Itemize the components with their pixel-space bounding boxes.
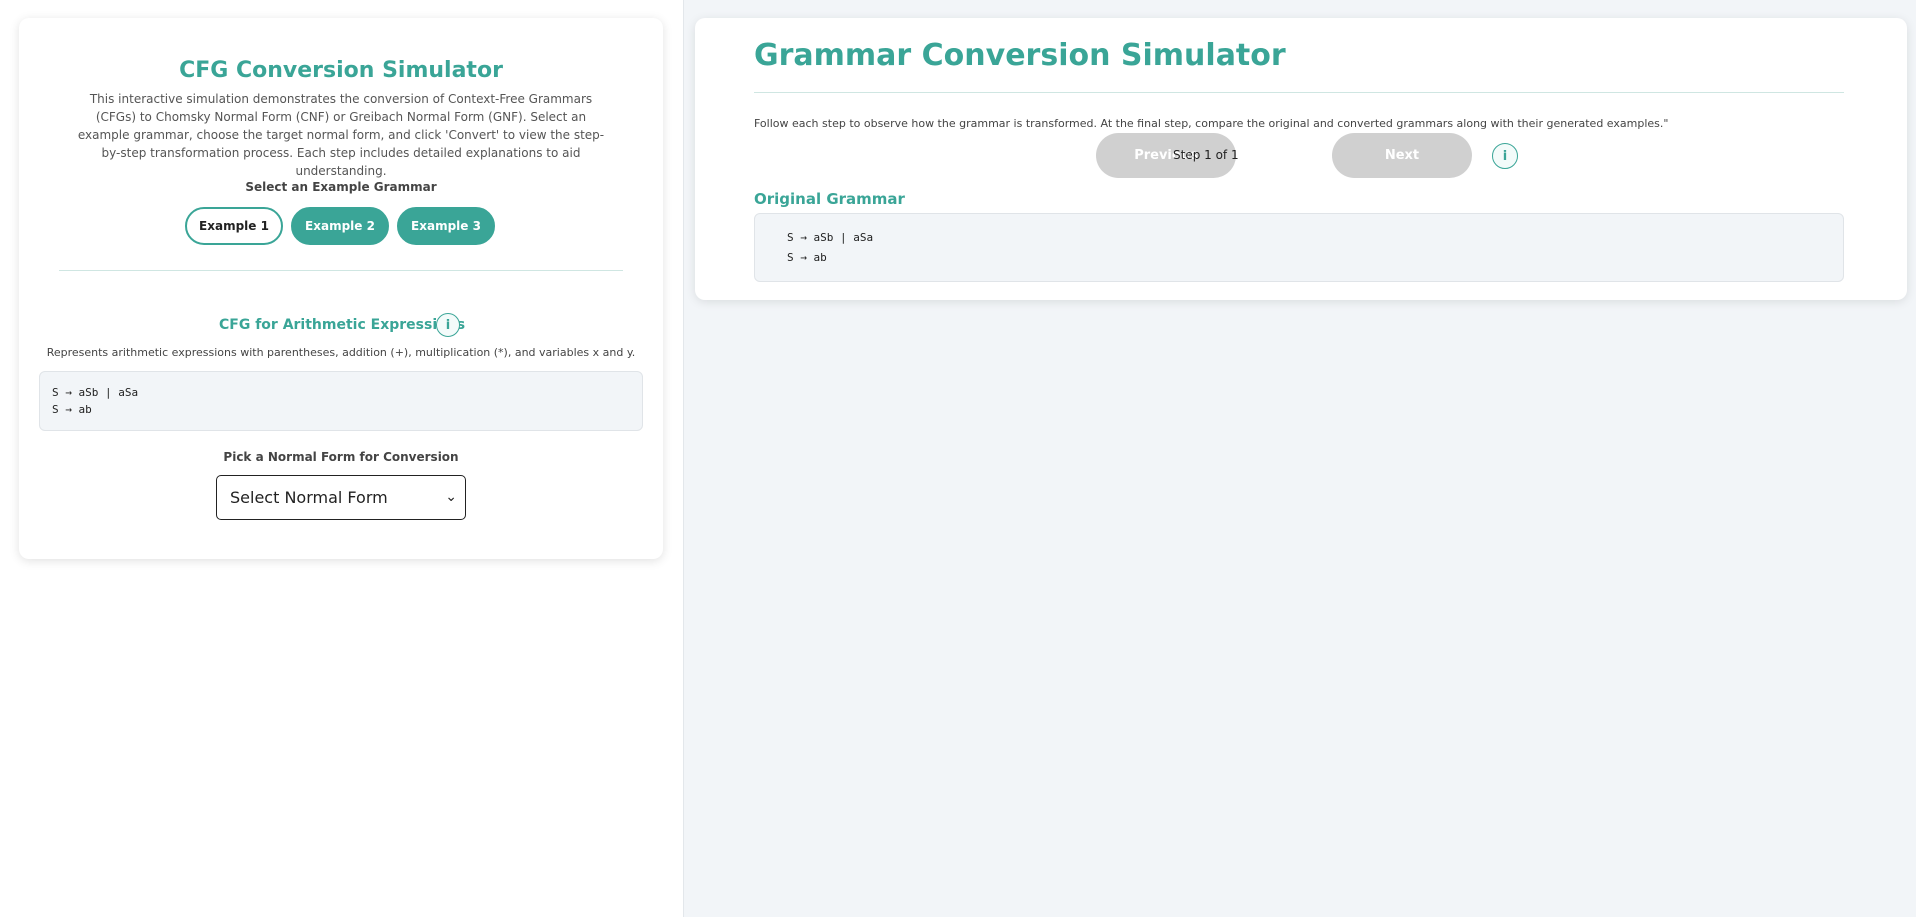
grammar-rule: S → ab (52, 403, 92, 416)
step-indicator: Step 1 of 1 (1173, 148, 1239, 162)
original-grammar-title: Original Grammar (754, 190, 905, 208)
grammar-rule: S → aSb | aSa (52, 386, 139, 399)
chevron-down-icon: ⌄ (445, 489, 457, 505)
grammar-info-icon[interactable]: i (436, 313, 460, 337)
grammar-title: CFG for Arithmetic Expressions (219, 317, 466, 333)
panel-divider (754, 92, 1844, 93)
example-3-button[interactable]: Example 3 (397, 207, 495, 245)
normal-form-select[interactable]: Select Normal Form ⌄ (216, 475, 466, 520)
original-rule: S → aSb | aSa (787, 231, 874, 244)
example-2-button[interactable]: Example 2 (291, 207, 389, 245)
select-example-label: Select an Example Grammar (245, 180, 437, 194)
panel-title: Grammar Conversion Simulator (754, 38, 1286, 73)
conversion-panel: Grammar Conversion Simulator Follow each… (695, 18, 1907, 300)
left-pane: CFG Conversion Simulator This interactiv… (0, 0, 684, 917)
grammar-rules-box: S → aSb | aSa S → ab (39, 371, 643, 431)
intro-description: This interactive simulation demonstrates… (77, 92, 605, 178)
original-rule: S → ab (787, 251, 827, 264)
step-info-icon[interactable]: i (1492, 143, 1518, 169)
instructions-text: Follow each step to observe how the gram… (754, 117, 1669, 130)
normal-form-selected-value: Select Normal Form (230, 488, 388, 507)
original-grammar-box: S → aSb | aSa S → ab (754, 213, 1844, 282)
example-1-button[interactable]: Example 1 (185, 207, 283, 245)
grammar-description: Represents arithmetic expressions with p… (46, 346, 636, 359)
simulator-setup-card: CFG Conversion Simulator This interactiv… (19, 18, 663, 559)
next-button[interactable]: Next (1332, 133, 1472, 178)
page-title: CFG Conversion Simulator (179, 58, 503, 83)
normal-form-label: Pick a Normal Form for Conversion (223, 450, 459, 464)
section-divider (59, 270, 623, 271)
